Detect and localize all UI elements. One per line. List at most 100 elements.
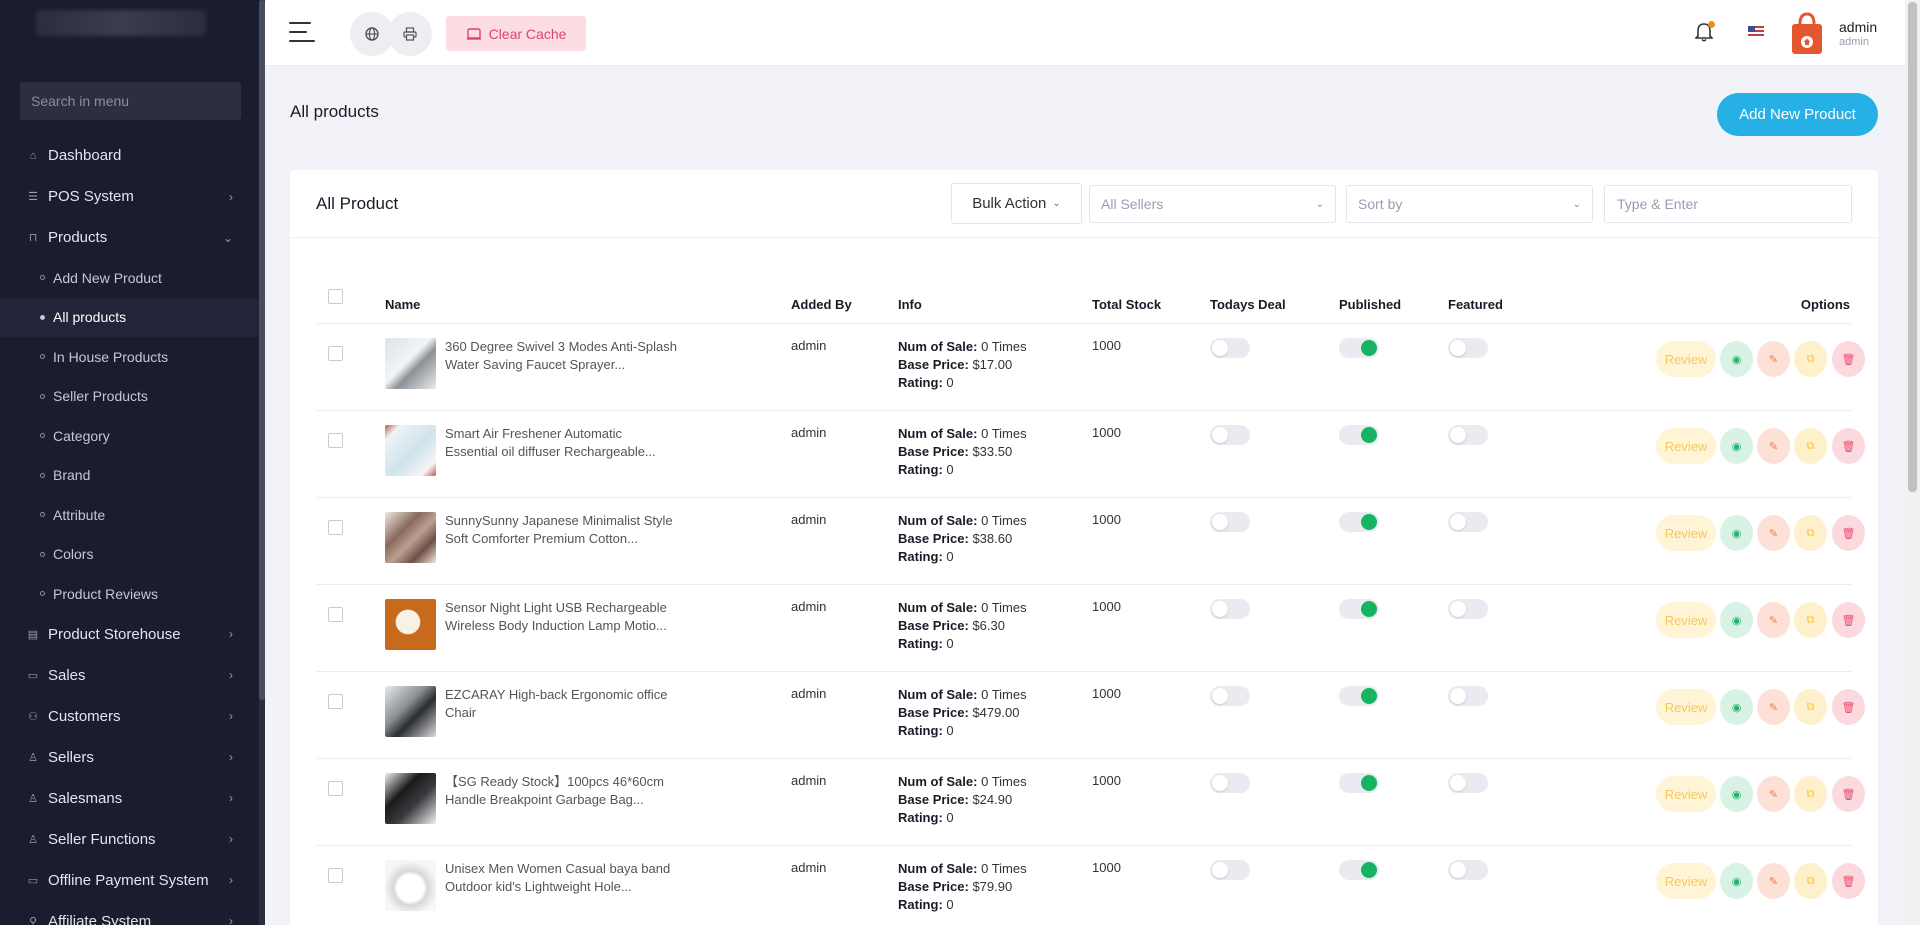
todays-deal-toggle[interactable] xyxy=(1210,512,1250,532)
row-checkbox[interactable] xyxy=(328,607,343,622)
sidebar-item-products[interactable]: ⊓ Products ⌄ xyxy=(0,217,259,258)
edit-button[interactable]: ✎ xyxy=(1757,341,1790,377)
bulk-action-button[interactable]: Bulk Action ⌄ xyxy=(951,183,1082,224)
row-checkbox[interactable] xyxy=(328,694,343,709)
sidebar-subitem-in-house-products[interactable]: In House Products xyxy=(0,337,259,377)
row-checkbox[interactable] xyxy=(328,346,343,361)
product-search-input[interactable] xyxy=(1604,185,1852,223)
header-total-stock[interactable]: Total Stock xyxy=(1092,297,1161,312)
review-button[interactable]: Review xyxy=(1656,776,1716,812)
add-new-product-button[interactable]: Add New Product xyxy=(1717,93,1878,136)
sidebar-scrollbar[interactable] xyxy=(259,0,265,925)
edit-button[interactable]: ✎ xyxy=(1757,602,1790,638)
product-thumbnail[interactable] xyxy=(385,686,436,737)
delete-button[interactable]: 🗑 xyxy=(1832,776,1865,812)
view-button[interactable]: ◉ xyxy=(1720,602,1753,638)
featured-toggle[interactable] xyxy=(1448,425,1488,445)
sidebar-item-pos-system[interactable]: ☰ POS System › xyxy=(0,176,259,217)
logo[interactable] xyxy=(36,10,206,36)
duplicate-button[interactable]: ⧉ xyxy=(1794,515,1827,551)
page-scrollbar[interactable] xyxy=(1905,0,1920,925)
featured-toggle[interactable] xyxy=(1448,512,1488,532)
notifications-bell-icon[interactable] xyxy=(1694,21,1715,42)
sidebar-item-salesmans[interactable]: ♙ Salesmans › xyxy=(0,778,259,819)
duplicate-button[interactable]: ⧉ xyxy=(1794,428,1827,464)
sidebar-search-input[interactable] xyxy=(20,82,241,120)
page-scrollbar-thumb[interactable] xyxy=(1908,2,1917,492)
product-name[interactable]: Sensor Night Light USB Rechargeable Wire… xyxy=(445,599,677,635)
todays-deal-toggle[interactable] xyxy=(1210,338,1250,358)
product-name[interactable]: EZCARAY High-back Ergonomic office Chair xyxy=(445,686,677,722)
sidebar-item-dashboard[interactable]: ⌂ Dashboard xyxy=(0,135,259,176)
published-toggle[interactable] xyxy=(1339,599,1379,619)
review-button[interactable]: Review xyxy=(1656,428,1716,464)
sidebar-item-seller-functions[interactable]: ♙ Seller Functions › xyxy=(0,819,259,860)
edit-button[interactable]: ✎ xyxy=(1757,689,1790,725)
product-thumbnail[interactable] xyxy=(385,599,436,650)
sellers-select[interactable]: All Sellers ⌄ xyxy=(1089,185,1336,223)
sidebar-scrollbar-thumb[interactable] xyxy=(259,0,265,700)
featured-toggle[interactable] xyxy=(1448,686,1488,706)
product-thumbnail[interactable] xyxy=(385,425,436,476)
published-toggle[interactable] xyxy=(1339,425,1379,445)
print-button[interactable] xyxy=(388,12,432,56)
header-name[interactable]: Name xyxy=(385,297,420,312)
duplicate-button[interactable]: ⧉ xyxy=(1794,602,1827,638)
delete-button[interactable]: 🗑 xyxy=(1832,863,1865,899)
todays-deal-toggle[interactable] xyxy=(1210,773,1250,793)
avatar[interactable] xyxy=(1790,12,1824,56)
todays-deal-toggle[interactable] xyxy=(1210,599,1250,619)
row-checkbox[interactable] xyxy=(328,868,343,883)
view-button[interactable]: ◉ xyxy=(1720,776,1753,812)
sidebar-subitem-seller-products[interactable]: Seller Products xyxy=(0,377,259,417)
sidebar-item-sellers[interactable]: ♙ Sellers › xyxy=(0,737,259,778)
header-added-by[interactable]: Added By xyxy=(791,297,852,312)
review-button[interactable]: Review xyxy=(1656,863,1716,899)
sidebar-item-offline-payment-system[interactable]: ▭ Offline Payment System › xyxy=(0,860,259,901)
edit-button[interactable]: ✎ xyxy=(1757,776,1790,812)
review-button[interactable]: Review xyxy=(1656,689,1716,725)
delete-button[interactable]: 🗑 xyxy=(1832,602,1865,638)
review-button[interactable]: Review xyxy=(1656,515,1716,551)
todays-deal-toggle[interactable] xyxy=(1210,860,1250,880)
sidebar-subitem-product-reviews[interactable]: Product Reviews xyxy=(0,574,259,614)
sort-select[interactable]: Sort by ⌄ xyxy=(1346,185,1593,223)
sidebar-subitem-all-products[interactable]: All products xyxy=(0,297,259,337)
duplicate-button[interactable]: ⧉ xyxy=(1794,863,1827,899)
row-checkbox[interactable] xyxy=(328,433,343,448)
sidebar-subitem-brand[interactable]: Brand xyxy=(0,456,259,496)
menu-toggle-icon[interactable] xyxy=(289,22,315,44)
sidebar-subitem-category[interactable]: Category xyxy=(0,416,259,456)
view-button[interactable]: ◉ xyxy=(1720,341,1753,377)
product-name[interactable]: Smart Air Freshener Automatic Essential … xyxy=(445,425,677,461)
user-name[interactable]: admin xyxy=(1839,19,1877,35)
featured-toggle[interactable] xyxy=(1448,338,1488,358)
featured-toggle[interactable] xyxy=(1448,599,1488,619)
published-toggle[interactable] xyxy=(1339,860,1379,880)
delete-button[interactable]: 🗑 xyxy=(1832,689,1865,725)
sidebar-item-customers[interactable]: ⚇ Customers › xyxy=(0,696,259,737)
published-toggle[interactable] xyxy=(1339,338,1379,358)
product-thumbnail[interactable] xyxy=(385,773,436,824)
sidebar-subitem-attribute[interactable]: Attribute xyxy=(0,495,259,535)
published-toggle[interactable] xyxy=(1339,773,1379,793)
product-thumbnail[interactable] xyxy=(385,860,436,911)
edit-button[interactable]: ✎ xyxy=(1757,428,1790,464)
duplicate-button[interactable]: ⧉ xyxy=(1794,776,1827,812)
product-thumbnail[interactable] xyxy=(385,338,436,389)
featured-toggle[interactable] xyxy=(1448,773,1488,793)
edit-button[interactable]: ✎ xyxy=(1757,515,1790,551)
product-name[interactable]: SunnySunny Japanese Minimalist Style Sof… xyxy=(445,512,677,548)
product-name[interactable]: Unisex Men Women Casual baya band Outdoo… xyxy=(445,860,677,896)
sidebar-subitem-add-new-product[interactable]: Add New Product xyxy=(0,258,259,298)
edit-button[interactable]: ✎ xyxy=(1757,863,1790,899)
todays-deal-toggle[interactable] xyxy=(1210,425,1250,445)
todays-deal-toggle[interactable] xyxy=(1210,686,1250,706)
us-flag-icon[interactable] xyxy=(1748,26,1764,38)
product-name[interactable]: 【SG Ready Stock】100pcs 46*60cm Handle Br… xyxy=(445,773,677,809)
duplicate-button[interactable]: ⧉ xyxy=(1794,689,1827,725)
view-button[interactable]: ◉ xyxy=(1720,428,1753,464)
view-button[interactable]: ◉ xyxy=(1720,863,1753,899)
delete-button[interactable]: 🗑 xyxy=(1832,515,1865,551)
featured-toggle[interactable] xyxy=(1448,860,1488,880)
